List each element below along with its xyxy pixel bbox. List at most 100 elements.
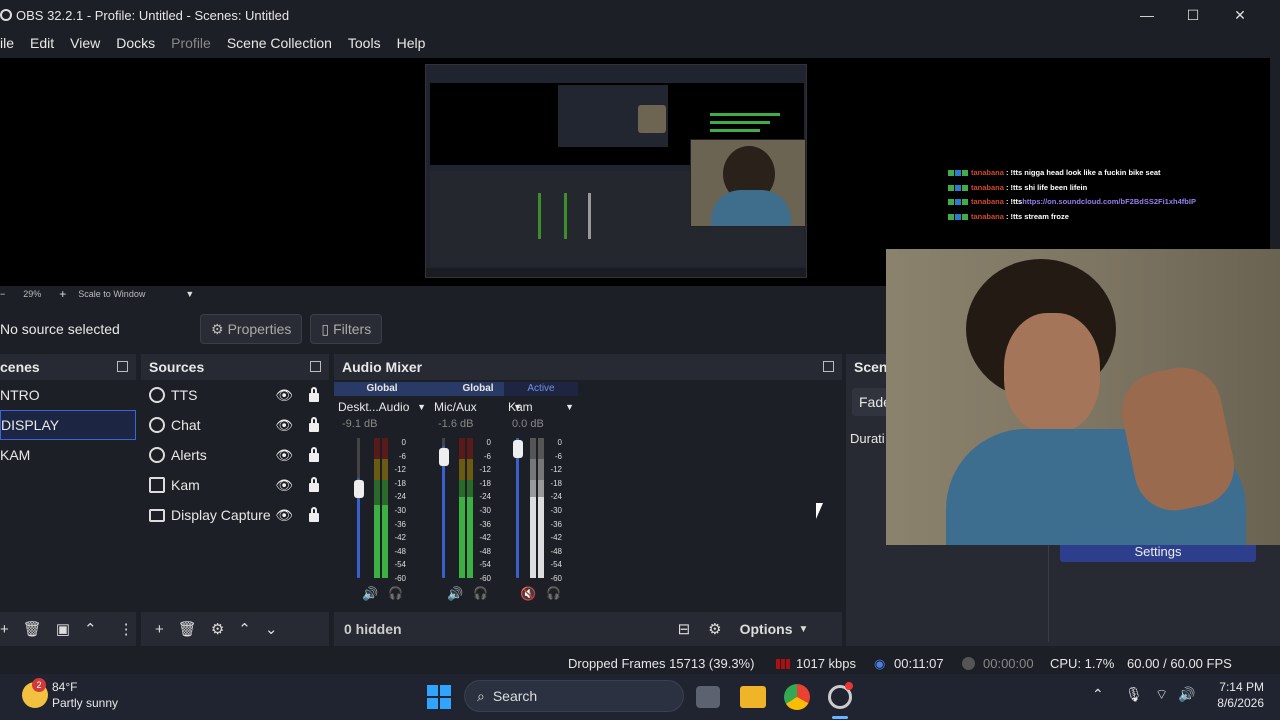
channel-name-dropdown[interactable]: Kam ▼ bbox=[504, 396, 578, 418]
nested-meter bbox=[564, 193, 567, 239]
move-up-chevron-icon[interactable]: ⌃ bbox=[84, 620, 97, 638]
properties-button[interactable]: ⚙ Properties bbox=[200, 314, 303, 344]
advanced-audio-gear-icon[interactable]: ⚙ bbox=[708, 620, 721, 638]
maximize-button[interactable]: ☐ bbox=[1170, 0, 1216, 30]
visibility-eye-icon[interactable]: 👁 bbox=[275, 387, 293, 404]
visibility-eye-icon[interactable]: 👁 bbox=[275, 447, 293, 464]
source-item-alerts[interactable]: Alerts 👁 bbox=[141, 440, 329, 470]
source-item-display-capture[interactable]: Display Capture 👁 bbox=[141, 500, 329, 530]
chat-link: https://on.soundcloud.com/bF2BdSS2Fi1xh4… bbox=[1022, 197, 1196, 206]
filters-label: Filters bbox=[333, 321, 372, 337]
source-label: Chat bbox=[171, 417, 201, 433]
chrome-icon[interactable] bbox=[784, 684, 810, 710]
meter-ticks: 0 -6 -12 -18 -24 -30 -36 -42 -48 -54 -60 bbox=[479, 438, 491, 583]
chat-text: : !tts shi life been lifein bbox=[1005, 182, 1088, 192]
menu-docks[interactable]: Docks bbox=[108, 35, 163, 51]
nested-meter bbox=[538, 193, 541, 239]
close-button[interactable]: ✕ bbox=[1217, 0, 1263, 30]
lock-icon[interactable] bbox=[309, 507, 319, 522]
menu-help[interactable]: Help bbox=[389, 35, 434, 51]
task-view-icon[interactable] bbox=[696, 686, 720, 708]
source-label: TTS bbox=[171, 387, 198, 403]
zoom-out-button[interactable]: − bbox=[0, 289, 5, 299]
sources-header: Sources bbox=[141, 354, 329, 380]
source-item-chat[interactable]: Chat 👁 bbox=[141, 410, 329, 440]
meter-ticks: 0 -6 -12 -18 -24 -30 -36 -42 -48 -54 -60 bbox=[550, 438, 562, 583]
zoom-in-button[interactable]: + bbox=[59, 287, 66, 301]
menu-edit[interactable]: Edit bbox=[22, 35, 62, 51]
windows-start-icon[interactable] bbox=[427, 685, 451, 709]
zoom-bar: − 29% + Scale to Window ▼ bbox=[0, 286, 880, 302]
add-scene-icon[interactable]: + bbox=[0, 621, 9, 638]
volume-fader-knob[interactable] bbox=[354, 480, 364, 498]
volume-fader-knob[interactable] bbox=[513, 440, 523, 458]
volume-fader-knob[interactable] bbox=[439, 448, 449, 466]
scene-item[interactable]: KAM bbox=[0, 440, 136, 470]
network-bars-icon bbox=[776, 659, 790, 669]
file-explorer-icon[interactable] bbox=[740, 686, 766, 708]
menu-view[interactable]: View bbox=[62, 35, 108, 51]
mixer-title: Audio Mixer bbox=[342, 359, 423, 375]
visibility-eye-icon[interactable]: 👁 bbox=[275, 417, 293, 434]
move-up-chevron-icon[interactable]: ⌃ bbox=[238, 620, 251, 638]
channel-status: Active bbox=[504, 382, 578, 396]
add-source-icon[interactable]: + bbox=[155, 621, 164, 638]
tray-chevron-up-icon[interactable]: ⌃ bbox=[1092, 686, 1104, 703]
zoom-mode[interactable]: Scale to Window bbox=[78, 289, 145, 299]
menu-tools[interactable]: Tools bbox=[340, 35, 389, 51]
speaker-icon[interactable]: 🔊 bbox=[362, 586, 378, 602]
monitor-headphones-icon[interactable]: 🎧 bbox=[388, 586, 403, 600]
channel-name: Deskt...Audio bbox=[338, 400, 410, 414]
clock-time[interactable]: 7:14 PM bbox=[1212, 680, 1264, 694]
monitor-headphones-icon[interactable]: 🎧 bbox=[546, 586, 561, 600]
more-menu-icon[interactable]: ⋮ bbox=[119, 620, 134, 638]
channel-name-dropdown[interactable]: Deskt...Audio ▼ bbox=[334, 396, 430, 418]
scene-filters-icon[interactable]: ▣ bbox=[56, 620, 70, 638]
weather-desc[interactable]: Partly sunny bbox=[52, 696, 118, 710]
speaker-icon[interactable]: 🔊 bbox=[447, 586, 463, 602]
mixer-options-button[interactable]: Options bbox=[740, 621, 793, 637]
undock-icon[interactable] bbox=[310, 361, 321, 372]
options-chevron-down-icon[interactable]: ▼ bbox=[798, 624, 808, 635]
menu-scene-collection[interactable]: Scene Collection bbox=[219, 35, 340, 51]
chat-badges-icon bbox=[948, 184, 968, 191]
channel-status: Global bbox=[334, 382, 430, 396]
visibility-eye-icon[interactable]: 👁 bbox=[275, 477, 293, 494]
remove-source-trash-icon[interactable]: 🗑 bbox=[178, 620, 197, 638]
clock-date[interactable]: 8/6/2026 bbox=[1206, 696, 1264, 710]
filter-icon: ▯ bbox=[321, 320, 330, 337]
muted-speaker-icon[interactable]: 🔇 bbox=[520, 586, 536, 602]
mixer-layout-icon[interactable]: ⊟ bbox=[678, 620, 691, 638]
camera-icon bbox=[149, 477, 165, 493]
minimize-button[interactable]: — bbox=[1124, 0, 1170, 30]
menu-profile[interactable]: Profile bbox=[163, 35, 219, 51]
undock-icon[interactable] bbox=[117, 361, 128, 372]
lock-icon[interactable] bbox=[309, 447, 319, 462]
undock-icon[interactable] bbox=[823, 361, 834, 372]
microphone-icon[interactable]: 🎙 bbox=[1125, 686, 1143, 703]
menu-file[interactable]: ile bbox=[0, 35, 22, 51]
remove-scene-trash-icon[interactable]: 🗑 bbox=[23, 620, 42, 638]
scene-item[interactable]: NTRO bbox=[0, 380, 136, 410]
volume-icon[interactable]: 🔊 bbox=[1178, 686, 1195, 703]
sources-list: TTS 👁 Chat 👁 Alerts 👁 Kam 👁 Display Capt… bbox=[141, 380, 329, 612]
scenes-header: cenes bbox=[0, 354, 136, 380]
lock-icon[interactable] bbox=[309, 477, 319, 492]
window-title: OBS 32.2.1 - Profile: Untitled - Scenes:… bbox=[16, 7, 290, 23]
move-down-chevron-icon[interactable]: ⌄ bbox=[265, 620, 278, 638]
taskbar-search-box[interactable]: ⌕ Search bbox=[464, 680, 684, 712]
source-properties-gear-icon[interactable]: ⚙ bbox=[211, 620, 224, 638]
chat-user: tanabana bbox=[971, 197, 1004, 206]
zoom-mode-chevron-down-icon[interactable]: ▼ bbox=[185, 289, 194, 299]
source-item-kam[interactable]: Kam 👁 bbox=[141, 470, 329, 500]
lock-icon[interactable] bbox=[309, 417, 319, 432]
source-item-tts[interactable]: TTS 👁 bbox=[141, 380, 329, 410]
filters-button[interactable]: ▯ Filters bbox=[310, 314, 383, 344]
monitor-headphones-icon[interactable]: 🎧 bbox=[473, 586, 488, 600]
scene-item[interactable]: DISPLAY bbox=[0, 410, 136, 440]
weather-temp[interactable]: 84°F bbox=[52, 680, 77, 694]
visibility-eye-icon[interactable]: 👁 bbox=[275, 507, 293, 524]
lock-icon[interactable] bbox=[309, 387, 319, 402]
mixer-body: Global Deskt...Audio ▼ -9.1 dB 0 -6 -12 -18… bbox=[334, 380, 842, 612]
wifi-icon[interactable]: ⌔ bbox=[1155, 686, 1168, 704]
